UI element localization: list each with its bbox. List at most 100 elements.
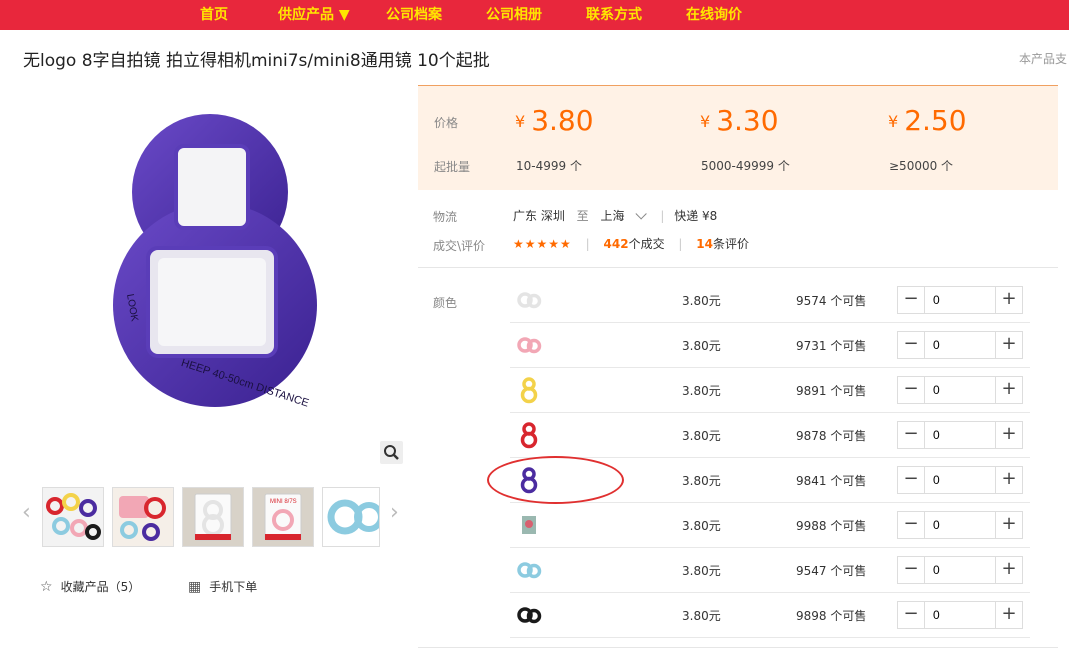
nav-home[interactable]: 首页 (200, 0, 228, 30)
sku-row: 3.80元9731 个可售−+ (510, 323, 1030, 368)
nav-inquiry[interactable]: 在线询价 (686, 0, 742, 30)
nav-products[interactable]: 供应产品 ▼ (278, 0, 350, 30)
quantity-stepper: −+ (897, 286, 1023, 314)
support-text: 本产品支 (1019, 52, 1068, 66)
ship-to-select[interactable]: 上海 (600, 208, 647, 223)
tier-price-3: ¥2.50 (888, 104, 967, 137)
sku-row: 3.80元9898 个可售−+ (510, 593, 1030, 638)
sku-row: 3.80元9574 个可售−+ (510, 278, 1030, 323)
increase-button[interactable]: + (995, 422, 1022, 448)
quantity-input[interactable] (925, 602, 995, 628)
figure-eight-lens-image: HEEP 40-50cm DISTANCE LOOK (113, 114, 317, 410)
decrease-button[interactable]: − (898, 332, 925, 358)
sku-price: 3.80元 (682, 339, 721, 353)
sku-price: 3.80元 (682, 384, 721, 398)
thumb-prev-arrow[interactable]: ‹ (22, 500, 31, 525)
thumb-next-arrow[interactable]: › (390, 500, 399, 525)
sku-price: 3.80元 (682, 294, 721, 308)
color-swatch[interactable] (514, 420, 544, 450)
tier-price-value: 3.80 (531, 104, 594, 137)
main-product-image[interactable]: HEEP 40-50cm DISTANCE LOOK (40, 110, 360, 430)
increase-button[interactable]: + (995, 287, 1022, 313)
quantity-input[interactable] (925, 287, 995, 313)
color-swatch[interactable] (514, 285, 544, 315)
increase-button[interactable]: + (995, 557, 1022, 583)
increase-button[interactable]: + (995, 377, 1022, 403)
quantity-input[interactable] (925, 467, 995, 493)
quantity-input[interactable] (925, 512, 995, 538)
color-swatch[interactable] (514, 510, 544, 540)
sku-price: 3.80元 (682, 609, 721, 623)
nav-company-album[interactable]: 公司相册 (486, 0, 542, 30)
favorite-product-link[interactable]: ☆ 收藏产品（5） (40, 578, 140, 595)
quantity-input[interactable] (925, 557, 995, 583)
decrease-button[interactable]: − (898, 557, 925, 583)
quantity-stepper: −+ (897, 556, 1023, 584)
color-swatch[interactable] (514, 375, 544, 405)
tier-price-2: ¥3.30 (700, 104, 779, 137)
nav-company-profile[interactable]: 公司档案 (386, 0, 442, 30)
ship-to: 上海 (600, 209, 625, 223)
mobile-order-link[interactable]: ▦ 手机下单 (188, 578, 257, 595)
decrease-button[interactable]: − (898, 512, 925, 538)
nav-contact[interactable]: 联系方式 (586, 0, 642, 30)
color-swatch[interactable] (514, 555, 544, 585)
decrease-button[interactable]: − (898, 422, 925, 448)
color-swatch[interactable] (514, 600, 544, 630)
sku-row: 3.80元9547 个可售−+ (510, 548, 1030, 593)
quantity-stepper: −+ (897, 466, 1023, 494)
color-swatch[interactable] (514, 330, 544, 360)
quantity-stepper: −+ (897, 421, 1023, 449)
increase-button[interactable]: + (995, 467, 1022, 493)
reviews-label: 成交\评价 (433, 239, 486, 253)
sku-stock: 9574 个可售 (796, 294, 867, 308)
zoom-button[interactable] (380, 441, 403, 464)
chevron-down-icon (634, 208, 647, 220)
thumbnail-1[interactable] (42, 487, 104, 547)
sku-row: 3.80元9878 个可售−+ (510, 413, 1030, 458)
decrease-button[interactable]: − (898, 467, 925, 493)
increase-button[interactable]: + (995, 602, 1022, 628)
quantity-input[interactable] (925, 332, 995, 358)
quantity-input[interactable] (925, 422, 995, 448)
thumbnail-2[interactable] (112, 487, 174, 547)
mobile-order-label: 手机下单 (209, 580, 258, 594)
quantity-stepper: −+ (897, 601, 1023, 629)
decrease-button[interactable]: − (898, 377, 925, 403)
bottom-divider (418, 647, 1058, 648)
increase-button[interactable]: + (995, 512, 1022, 538)
quantity-input[interactable] (925, 377, 995, 403)
thumbnail-5[interactable] (322, 487, 380, 547)
sku-stock: 9988 个可售 (796, 519, 867, 533)
color-label: 颜色 (433, 296, 458, 310)
currency-symbol: ¥ (700, 112, 711, 131)
sku-price: 3.80元 (682, 474, 721, 488)
sku-stock: 9891 个可售 (796, 384, 867, 398)
reviews-text: 条评价 (712, 237, 749, 251)
tier-price-1: ¥3.80 (515, 104, 594, 137)
thumb-image-2 (113, 488, 173, 546)
section-divider (418, 267, 1058, 268)
tier-range-3: ≥50000 个 (889, 159, 954, 173)
qr-code-icon: ▦ (188, 579, 202, 595)
ship-from: 广东 深圳 (513, 209, 565, 223)
sku-stock: 9878 个可售 (796, 429, 867, 443)
sku-stock: 9731 个可售 (796, 339, 867, 353)
quantity-stepper: −+ (897, 376, 1023, 404)
thumbnail-4[interactable]: MINI 8/7S (252, 487, 314, 547)
reviews-count[interactable]: 14 (696, 237, 713, 251)
thumb-pack-text: MINI 8/7S (270, 499, 297, 505)
thumb-image-5 (323, 488, 379, 546)
sku-row: 3.80元9891 个可售−+ (510, 368, 1030, 413)
deals-count[interactable]: 442 (604, 237, 629, 251)
decrease-button[interactable]: − (898, 602, 925, 628)
thumbnail-3[interactable] (182, 487, 244, 547)
sku-stock: 9898 个可售 (796, 609, 867, 623)
decrease-button[interactable]: − (898, 287, 925, 313)
quantity-stepper: −+ (897, 331, 1023, 359)
logistics-label: 物流 (433, 210, 458, 224)
increase-button[interactable]: + (995, 332, 1022, 358)
favorite-label: 收藏产品（5） (60, 580, 141, 594)
rating-stars: ★★★★★ (513, 237, 572, 251)
tier-price-value: 3.30 (716, 104, 779, 137)
